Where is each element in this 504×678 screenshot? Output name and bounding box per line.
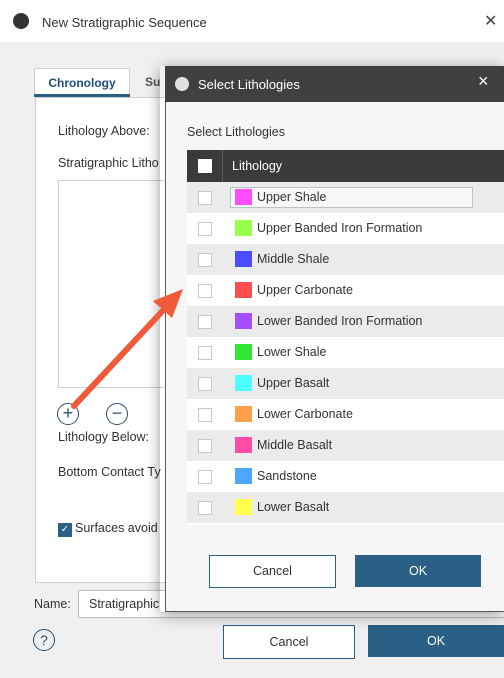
add-lithology-icon[interactable]: + [57, 403, 79, 425]
app-logo-icon [13, 13, 29, 29]
lithology-checkbox[interactable] [198, 377, 212, 391]
lithology-color-swatch [235, 251, 252, 267]
lithology-checkbox[interactable] [198, 315, 212, 329]
lithology-row[interactable]: Upper Banded Iron Formation [187, 213, 504, 244]
lithology-row[interactable]: Lower Basalt [187, 492, 504, 523]
lithology-checkbox[interactable] [198, 470, 212, 484]
modal-logo-icon [175, 77, 189, 91]
lithology-color-swatch [235, 282, 252, 298]
modal-ok-button[interactable]: OK [355, 555, 481, 587]
outer-close-icon[interactable]: ✕ [484, 11, 497, 31]
header-divider [222, 150, 223, 182]
lithology-name: Upper Shale [257, 190, 327, 204]
name-input-value: Stratigraphic [89, 597, 160, 611]
outer-cancel-button[interactable]: Cancel [223, 625, 355, 659]
lithology-checkbox[interactable] [198, 222, 212, 236]
lithology-name: Upper Carbonate [257, 283, 353, 297]
lithology-name: Sandstone [257, 469, 317, 483]
lithology-row[interactable]: Upper Basalt [187, 368, 504, 399]
lithology-color-swatch [235, 344, 252, 360]
lithology-color-swatch [235, 375, 252, 391]
lithology-checkbox[interactable] [198, 501, 212, 515]
lithology-row[interactable]: Lower Shale [187, 337, 504, 368]
lithology-column-header: Lithology [232, 159, 283, 173]
lithology-color-swatch [235, 313, 252, 329]
bottom-contact-type-label: Bottom Contact Ty [58, 465, 161, 479]
lithology-row[interactable]: Middle Basalt [187, 430, 504, 461]
stratigraphic-lithologies-list[interactable] [58, 180, 170, 388]
outer-dialog-title: New Stratigraphic Sequence [42, 15, 207, 30]
lithology-name: Lower Carbonate [257, 407, 353, 421]
lithology-above-label: Lithology Above: [58, 124, 150, 138]
lithology-name: Middle Shale [257, 252, 330, 266]
lithology-color-swatch [235, 499, 252, 515]
lithology-checkbox[interactable] [198, 346, 212, 360]
lithology-checkbox[interactable] [198, 191, 212, 205]
stratigraphic-lithologies-label: Stratigraphic Litho [58, 156, 159, 170]
lithology-name: Lower Banded Iron Formation [257, 314, 423, 328]
modal-cancel-button[interactable]: Cancel [209, 555, 336, 588]
lithology-below-label: Lithology Below: [58, 430, 150, 444]
modal-close-icon[interactable]: × [478, 71, 489, 92]
remove-lithology-icon[interactable]: − [106, 403, 128, 425]
lithology-list: Upper Shale Upper Banded Iron Formation Mi… [187, 182, 504, 525]
lithology-name: Lower Basalt [257, 500, 330, 514]
lithology-color-swatch [235, 189, 252, 205]
select-all-checkbox[interactable] [198, 159, 212, 173]
lithology-checkbox[interactable] [198, 253, 212, 267]
lithology-checkbox[interactable] [198, 439, 212, 453]
help-icon[interactable]: ? [33, 629, 55, 651]
lithology-name: Upper Basalt [257, 376, 330, 390]
tab-chronology[interactable]: Chronology [34, 68, 130, 97]
lithology-row[interactable]: Upper Carbonate [187, 275, 504, 306]
lithology-checkbox[interactable] [198, 408, 212, 422]
lithology-name: Lower Shale [257, 345, 327, 359]
tab-surfaces[interactable]: Su [145, 68, 160, 96]
surfaces-avoid-checkbox[interactable]: ✓ [58, 523, 72, 537]
lithology-row[interactable]: Middle Shale [187, 244, 504, 275]
tab-active-indicator [34, 94, 130, 97]
lithology-color-swatch [235, 220, 252, 236]
lithology-row[interactable]: Sandstone [187, 461, 504, 492]
lithology-color-swatch [235, 437, 252, 453]
lithology-row[interactable]: Lower Banded Iron Formation [187, 306, 504, 337]
lithology-row[interactable]: Lower Carbonate [187, 399, 504, 430]
outer-ok-button[interactable]: OK [368, 625, 504, 657]
modal-title: Select Lithologies [198, 77, 300, 92]
name-label: Name: [34, 597, 71, 611]
select-lithologies-label: Select Lithologies [187, 125, 285, 139]
lithology-row[interactable]: Upper Shale [187, 182, 504, 213]
surfaces-avoid-label: Surfaces avoid [75, 521, 158, 535]
lithology-checkbox[interactable] [198, 284, 212, 298]
lithology-name: Upper Banded Iron Formation [257, 221, 423, 235]
lithology-name: Middle Basalt [257, 438, 333, 452]
lithology-color-swatch [235, 406, 252, 422]
lithology-color-swatch [235, 468, 252, 484]
